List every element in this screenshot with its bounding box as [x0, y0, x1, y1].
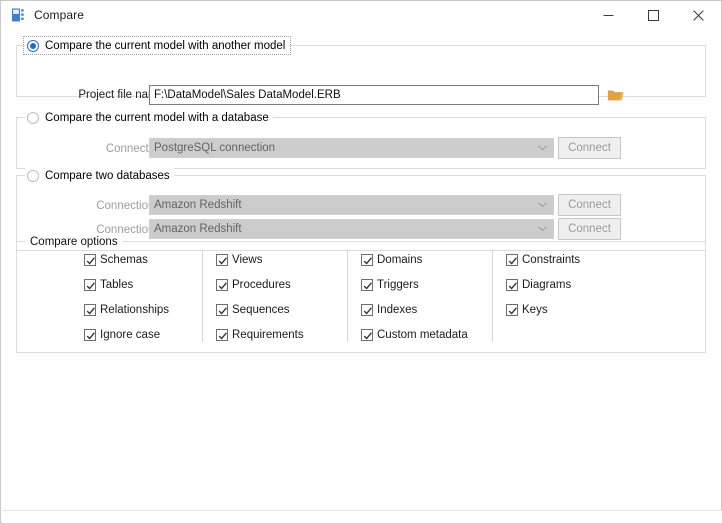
checkbox-label: Domains [377, 254, 423, 266]
checkbox-label: Views [232, 254, 263, 266]
connect-button[interactable]: Connect [558, 137, 621, 159]
checkbox-sequences[interactable]: Sequences [216, 302, 304, 318]
input-project-file-name[interactable]: F:\DataModel\Sales DataModel.ERB [149, 85, 599, 105]
minimize-icon[interactable] [586, 1, 631, 29]
checkbox-indicator [361, 304, 373, 316]
checkbox-indicator [506, 279, 518, 291]
checkbox-label: Triggers [377, 279, 419, 291]
checkbox-requirements[interactable]: Requirements [216, 327, 304, 343]
checkbox-label: Tables [100, 279, 134, 291]
checkbox-label: Constraints [522, 254, 581, 266]
radio-compare-with-model[interactable]: Compare the current model with another m… [22, 36, 292, 55]
close-icon[interactable] [676, 1, 721, 29]
radio-indicator-selected [27, 39, 39, 52]
radio-indicator-unselected [27, 111, 39, 124]
checkbox-indicator [506, 304, 518, 316]
options-divider-3 [492, 250, 493, 342]
checkbox-label: Keys [522, 304, 548, 316]
checkbox-triggers[interactable]: Triggers [361, 277, 468, 293]
checkbox-label: Requirements [232, 329, 304, 341]
options-column-3: Domains Triggers Indexes Custom metadata [361, 252, 468, 352]
dialog-footer: Previous Next Close [2, 511, 722, 523]
radio-compare-two-databases[interactable]: Compare two databases [25, 168, 174, 183]
select-connection-value: PostgreSQL connection [154, 142, 276, 154]
window-controls [586, 1, 721, 29]
checkbox-domains[interactable]: Domains [361, 252, 468, 268]
compare-model-icon [10, 7, 26, 23]
checkbox-keys[interactable]: Keys [506, 302, 580, 318]
checkbox-relationships[interactable]: Relationships [84, 302, 169, 318]
checkbox-indicator [361, 329, 373, 341]
chevron-down-icon [535, 196, 549, 214]
radio-label: Compare two databases [45, 169, 170, 182]
checkbox-tables[interactable]: Tables [84, 277, 169, 293]
checkbox-procedures[interactable]: Procedures [216, 277, 304, 293]
checkbox-indicator [84, 279, 96, 291]
checkbox-label: Ignore case [100, 329, 161, 341]
checkbox-indicator [84, 329, 96, 341]
checkbox-schemas[interactable]: Schemas [84, 252, 169, 268]
maximize-icon[interactable] [631, 1, 676, 29]
options-divider-2 [347, 250, 348, 342]
checkbox-diagrams[interactable]: Diagrams [506, 277, 580, 293]
options-column-4: Constraints Diagrams Keys [506, 252, 580, 327]
dialog-body: Compare the current model with another m… [2, 29, 722, 523]
checkbox-indicator [84, 304, 96, 316]
options-column-1: Schemas Tables Relationships Ignore case [84, 252, 169, 352]
window-title: Compare [34, 8, 85, 22]
title-bar: Compare [1, 1, 721, 29]
checkbox-indicator [361, 254, 373, 266]
options-column-2: Views Procedures Sequences Requirements [216, 252, 304, 352]
radio-indicator-unselected [27, 169, 39, 182]
select-connection[interactable]: PostgreSQL connection [149, 138, 554, 158]
select-connection-2[interactable]: Amazon Redshift [149, 219, 554, 239]
chevron-down-icon [535, 220, 549, 238]
radio-label: Compare the current model with another m… [45, 39, 286, 52]
checkbox-indicator [84, 254, 96, 266]
folder-open-icon[interactable] [606, 86, 626, 104]
checkbox-indicator [216, 329, 228, 341]
checkbox-label: Relationships [100, 304, 170, 316]
chevron-down-icon [535, 139, 549, 157]
checkbox-indicator [216, 304, 228, 316]
checkbox-label: Diagrams [522, 279, 572, 291]
checkbox-views[interactable]: Views [216, 252, 304, 268]
checkbox-indicator [361, 279, 373, 291]
options-divider-1 [202, 250, 203, 342]
select-connection-2-value: Amazon Redshift [154, 223, 242, 235]
checkbox-label: Sequences [232, 304, 290, 316]
radio-label: Compare the current model with a databas… [45, 111, 269, 124]
checkbox-indicator [506, 254, 518, 266]
checkbox-constraints[interactable]: Constraints [506, 252, 580, 268]
checkbox-label: Indexes [377, 304, 418, 316]
compare-dialog: Compare Compare the current model with a… [0, 0, 722, 523]
compare-options-legend: Compare options [25, 234, 122, 249]
select-connection-1[interactable]: Amazon Redshift [149, 195, 554, 215]
radio-compare-with-database[interactable]: Compare the current model with a databas… [25, 110, 273, 125]
checkbox-indicator [216, 254, 228, 266]
checkbox-indicator [216, 279, 228, 291]
connect-button-2[interactable]: Connect [558, 218, 621, 240]
checkbox-label: Procedures [232, 279, 291, 291]
connect-button-1[interactable]: Connect [558, 194, 621, 216]
checkbox-label: Schemas [100, 254, 148, 266]
checkbox-ignore-case[interactable]: Ignore case [84, 327, 169, 343]
checkbox-label: Custom metadata [377, 329, 468, 341]
checkbox-custom-metadata[interactable]: Custom metadata [361, 327, 468, 343]
checkbox-indexes[interactable]: Indexes [361, 302, 468, 318]
select-connection-1-value: Amazon Redshift [154, 199, 242, 211]
